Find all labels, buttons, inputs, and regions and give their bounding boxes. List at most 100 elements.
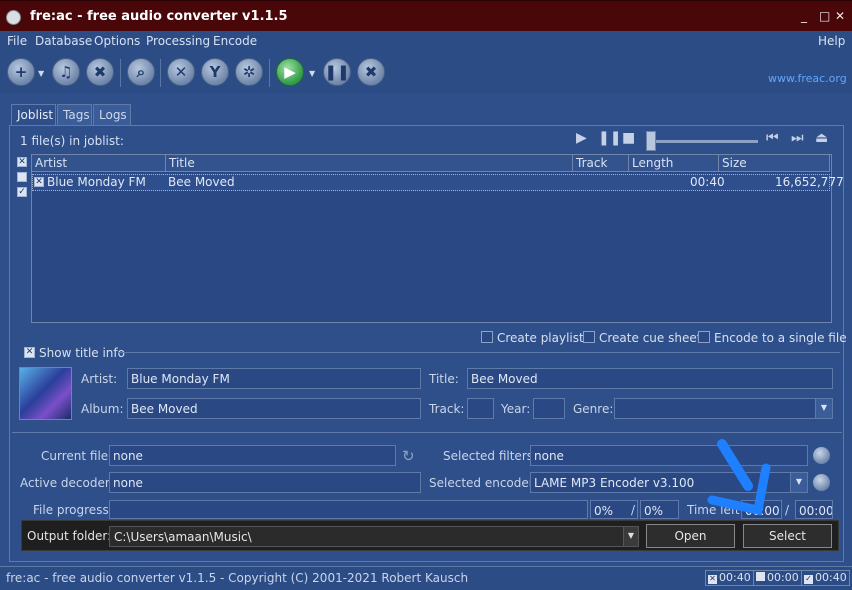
active-decoder-field: none: [109, 472, 421, 493]
chevron-down-icon[interactable]: ▼: [623, 527, 638, 546]
add-files-icon[interactable]: +: [7, 58, 35, 86]
tab-joblist[interactable]: Joblist: [11, 104, 56, 126]
create-cue-checkbox[interactable]: [583, 331, 595, 343]
filter-icon[interactable]: Y: [201, 58, 229, 86]
selected-filters-label: Selected filters:: [443, 449, 538, 463]
pause-playback-icon[interactable]: ❚❚: [598, 130, 621, 146]
file-progress-bar: [109, 500, 588, 519]
window-title: fre:ac - free audio converter v1.1.5: [30, 9, 288, 24]
title-field[interactable]: Bee Moved: [467, 368, 833, 389]
eject-icon[interactable]: ⏏: [815, 130, 828, 146]
status-total-time: ✓ 00:40: [801, 570, 850, 586]
separator-slash: /: [631, 503, 636, 517]
create-playlist-checkbox[interactable]: [481, 331, 493, 343]
title-bar: fre:ac - free audio converter v1.1.5 _ □…: [0, 0, 852, 31]
selected-encoder-label: Selected encoder:: [429, 476, 538, 490]
menu-help[interactable]: Help: [818, 34, 845, 48]
toolbar-separator: [269, 59, 270, 87]
output-folder-path: C:\Users\amaan\Music\: [114, 530, 252, 544]
toggle-box-icon: ✓: [804, 574, 813, 584]
album-field[interactable]: Bee Moved: [127, 398, 421, 419]
status-unselected-time: 00:00: [753, 570, 802, 586]
cddb-query-icon[interactable]: ⌕: [127, 58, 155, 86]
divider: [12, 432, 842, 433]
chevron-down-icon[interactable]: ▼: [790, 473, 807, 492]
website-link[interactable]: www.freac.org: [768, 72, 847, 85]
time-total-field: 00:00: [795, 500, 833, 519]
select-all-checkbox[interactable]: ✕: [17, 157, 27, 167]
toolbar-separator: [160, 59, 161, 87]
stop-icon[interactable]: ✖: [357, 58, 385, 86]
track-field[interactable]: [467, 398, 494, 419]
start-encoding-icon[interactable]: ▶: [276, 58, 304, 86]
menu-options[interactable]: Options: [94, 34, 140, 48]
seek-handle[interactable]: [646, 131, 656, 151]
stop-playback-icon[interactable]: ■: [622, 130, 635, 146]
add-files-dropdown-icon[interactable]: ▼: [38, 69, 44, 78]
unchecked-box-icon: [756, 572, 765, 581]
joblist-count: 1 file(s) in joblist:: [20, 134, 124, 148]
maximize-button[interactable]: □: [819, 9, 830, 23]
row-checkbox[interactable]: ✕: [34, 177, 44, 187]
toolbar: + ▼ ♫ ✖ ⌕ ✕ Y ✲ ▶ ▼ ❚❚ ✖: [0, 53, 852, 93]
year-field[interactable]: [533, 398, 565, 419]
album-label: Album:: [81, 402, 124, 416]
divider: [118, 352, 840, 353]
settings-gear-icon[interactable]: ✲: [235, 58, 263, 86]
year-label: Year:: [501, 402, 531, 416]
create-cue-label: Create cue sheet: [599, 331, 702, 345]
single-file-checkbox[interactable]: [698, 331, 710, 343]
artist-label: Artist:: [81, 372, 118, 386]
menu-database[interactable]: Database: [35, 34, 92, 48]
minimize-button[interactable]: _: [801, 9, 807, 23]
album-cover: [19, 367, 72, 420]
menu-file[interactable]: File: [7, 34, 27, 48]
annotation-arrow-icon: [707, 439, 771, 516]
pause-icon[interactable]: ❚❚: [323, 58, 351, 86]
filter-config-icon[interactable]: [813, 447, 830, 464]
track-label: Track:: [429, 402, 465, 416]
active-decoder-label: Active decoder:: [20, 476, 114, 490]
menu-bar: File Database Options Processing Encode …: [0, 31, 852, 53]
refresh-icon[interactable]: ↻: [402, 447, 415, 465]
toolbar-separator: [120, 59, 121, 87]
status-time-2: 00:00: [767, 571, 799, 584]
cell-size: 16,652,777: [775, 175, 844, 189]
menu-encode[interactable]: Encode: [213, 34, 257, 48]
chevron-down-icon[interactable]: ▼: [815, 399, 832, 418]
show-title-info-label: Show title info: [39, 346, 125, 360]
encode-dropdown-icon[interactable]: ▼: [309, 69, 315, 78]
status-selected-time: ✕ 00:40: [705, 570, 754, 586]
column-track[interactable]: Track: [573, 155, 629, 172]
genre-select[interactable]: ▼: [614, 398, 833, 419]
menu-processing[interactable]: Processing: [146, 34, 210, 48]
remove-files-icon[interactable]: ✖: [86, 58, 114, 86]
tools-icon[interactable]: ✕: [167, 58, 195, 86]
cell-length: 00:40: [690, 175, 725, 189]
artist-field[interactable]: Blue Monday FM: [127, 368, 421, 389]
column-title[interactable]: Title: [166, 155, 573, 172]
output-folder-field[interactable]: C:\Users\amaan\Music\ ▼: [109, 526, 639, 547]
select-button[interactable]: Select: [743, 524, 832, 548]
open-button[interactable]: Open: [646, 524, 735, 548]
add-cd-icon[interactable]: ♫: [52, 58, 80, 86]
playback-seek-bar[interactable]: [650, 140, 758, 143]
tab-logs[interactable]: Logs: [93, 104, 131, 126]
show-title-info-checkbox[interactable]: ✕: [24, 347, 35, 358]
status-time-1: 00:40: [719, 571, 751, 584]
column-size[interactable]: Size: [719, 155, 830, 172]
genre-label: Genre:: [573, 402, 614, 416]
column-artist[interactable]: Artist: [32, 155, 166, 172]
title-label: Title:: [429, 372, 459, 386]
next-track-icon[interactable]: ⏭: [791, 130, 804, 146]
close-button[interactable]: ✕: [835, 9, 845, 23]
previous-track-icon[interactable]: ⏮: [766, 130, 779, 146]
select-none-checkbox[interactable]: [17, 172, 27, 182]
toggle-selection-checkbox[interactable]: ✓: [17, 187, 27, 197]
single-file-label: Encode to a single file: [714, 331, 847, 345]
tab-tags[interactable]: Tags: [57, 104, 92, 126]
play-icon[interactable]: ▶: [576, 130, 587, 146]
cell-artist: Blue Monday FM: [47, 175, 146, 189]
encoder-config-icon[interactable]: [813, 474, 830, 491]
column-length[interactable]: Length: [629, 155, 719, 172]
